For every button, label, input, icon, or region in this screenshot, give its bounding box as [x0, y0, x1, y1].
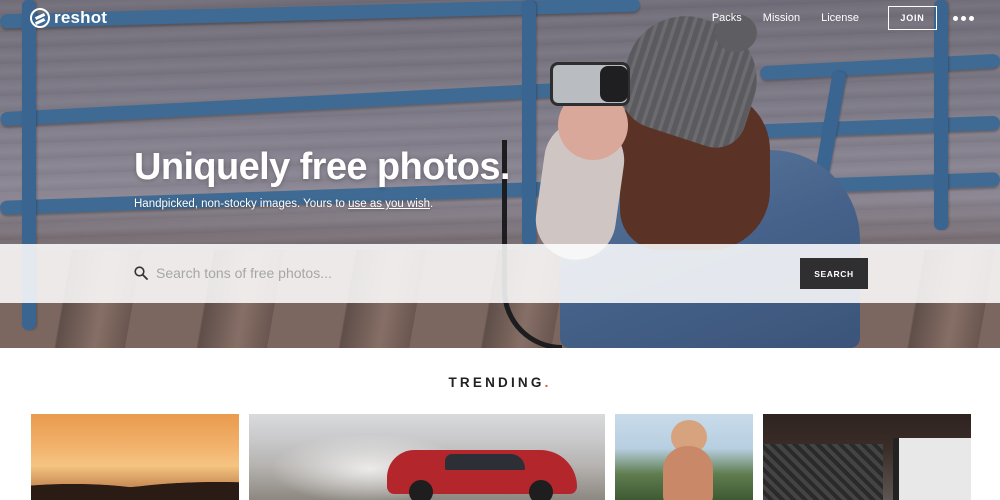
- trending-title: TRENDING: [448, 375, 545, 390]
- search-bar: SEARCH: [0, 244, 1000, 303]
- search-icon: [134, 266, 148, 280]
- search-input[interactable]: [156, 261, 776, 285]
- trending-photo-rally-car[interactable]: [249, 414, 605, 500]
- interior-wall: [763, 444, 883, 500]
- car-wheel-front: [409, 480, 433, 500]
- hero-subline: Handpicked, non-stocky images. Yours to …: [134, 198, 433, 210]
- portrait-face: [663, 446, 713, 500]
- camera-lens: [600, 66, 628, 102]
- subline-suffix: .: [429, 198, 434, 210]
- trending-photo-interior[interactable]: [763, 414, 971, 500]
- trending-photo-sunset[interactable]: [31, 414, 239, 500]
- nav-link-license[interactable]: License: [821, 12, 859, 24]
- nav-link-mission[interactable]: Mission: [763, 12, 800, 24]
- hero-headline: Uniquely free photos.: [134, 146, 510, 188]
- car-wheel-rear: [529, 480, 553, 500]
- nav-link-packs[interactable]: Packs: [712, 12, 742, 24]
- trending-photo-portrait[interactable]: [615, 414, 753, 500]
- more-dots-icon[interactable]: [953, 15, 974, 21]
- trending-heading: TRENDING.: [0, 375, 1000, 390]
- brand-name: reshot: [54, 8, 108, 27]
- reshot-logo-icon: [30, 8, 50, 28]
- brand-logo[interactable]: reshot: [30, 8, 107, 28]
- trending-accent-dot: .: [544, 375, 552, 390]
- interior-window: [893, 438, 971, 500]
- sunset-trees: [31, 472, 239, 500]
- subline-prefix: Handpicked, non-stocky images. Yours to: [134, 198, 349, 210]
- search-button[interactable]: SEARCH: [800, 258, 868, 289]
- car-window: [445, 454, 525, 470]
- railing-post-right: [934, 0, 948, 230]
- use-as-you-wish-link[interactable]: use as you wish: [348, 198, 430, 210]
- join-button[interactable]: JOIN: [888, 6, 937, 30]
- top-nav: Packs Mission License JOIN: [691, 6, 974, 30]
